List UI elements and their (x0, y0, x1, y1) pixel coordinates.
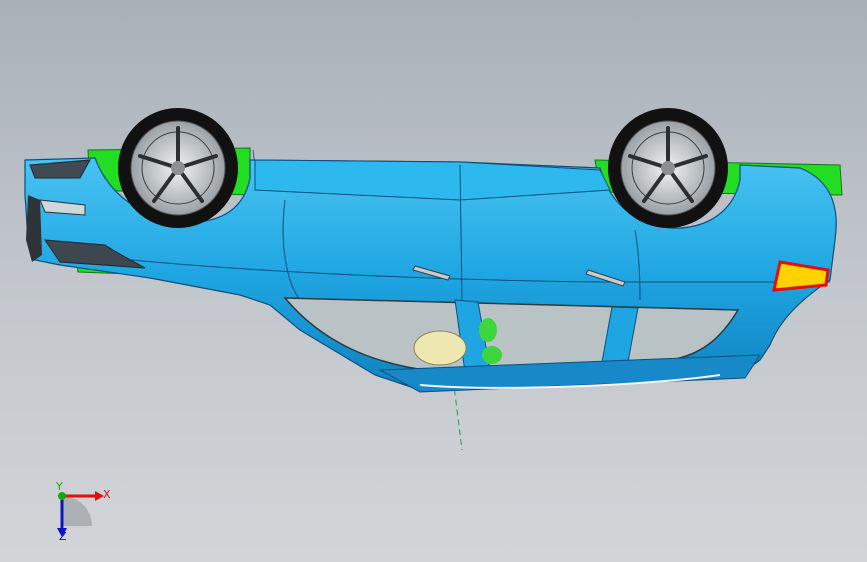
interior-seat (413, 330, 467, 366)
reference-triad[interactable]: X Y Z (40, 478, 120, 548)
graphics-viewport[interactable]: X Y Z (0, 0, 867, 562)
front-wheel (118, 108, 238, 228)
front-grille (26, 195, 42, 262)
rear-wheel (608, 108, 728, 228)
car-model[interactable] (0, 0, 867, 562)
triad-y-label: Y (56, 480, 63, 493)
triad-z-label: Z (59, 530, 67, 543)
triad-x-label: X (103, 488, 111, 501)
interior-green-part (479, 318, 497, 342)
interior-green-part (482, 346, 502, 364)
